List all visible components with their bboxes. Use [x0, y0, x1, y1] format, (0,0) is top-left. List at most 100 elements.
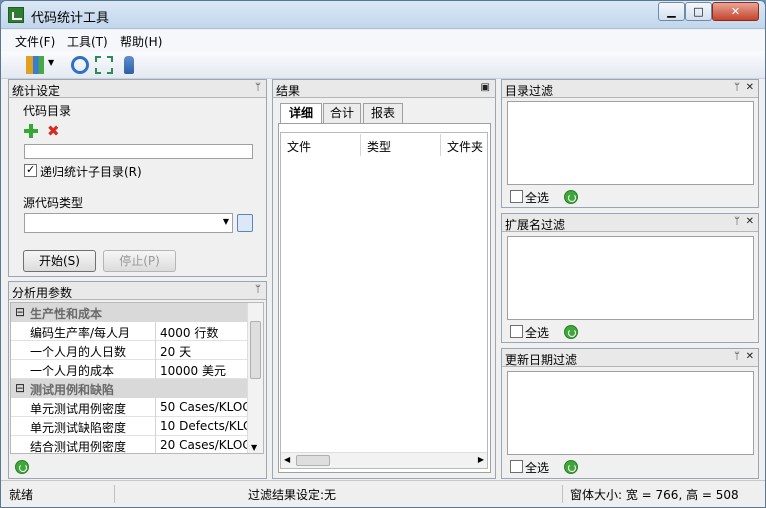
close-icon[interactable]: ✕ [746, 351, 754, 362]
restore-icon[interactable]: ▣ [481, 82, 490, 93]
param-value[interactable]: 10 Defects/KLOC [155, 417, 249, 436]
expand-icon[interactable] [95, 56, 113, 74]
menu-file[interactable]: 文件(F) [15, 33, 55, 50]
results-list[interactable] [280, 132, 488, 469]
param-value[interactable]: 20 天 [155, 341, 249, 360]
param-row[interactable]: 单元测试用例密度 50 Cases/KLOC [11, 398, 249, 417]
refresh-icon[interactable] [564, 190, 578, 204]
column-folder[interactable]: 文件夹 [441, 134, 487, 156]
dir-filter-list[interactable] [507, 101, 754, 185]
delete-icon[interactable]: ✖ [47, 122, 60, 140]
param-key: 编码生产率/每人月 [30, 326, 131, 340]
chevron-down-icon[interactable]: ▼ [223, 217, 229, 226]
refresh-icon[interactable] [564, 325, 578, 339]
status-filter: 过滤结果设定:无 [115, 485, 563, 503]
date-filter-header: 更新日期过滤 ᛘ ✕ [502, 349, 758, 367]
param-value[interactable]: 4000 行数 [155, 322, 249, 341]
collapse-icon[interactable]: ⊟ [15, 381, 25, 395]
refresh-icon[interactable] [564, 460, 578, 474]
date-select-all-checkbox[interactable] [510, 460, 523, 473]
param-row[interactable]: 编码生产率/每人月 4000 行数 [11, 322, 249, 341]
results-header: 结果 ▣ [273, 80, 495, 98]
group-name: 测试用例和缺陷 [30, 383, 115, 397]
stat-settings-title: 统计设定 [12, 84, 61, 98]
dir-filter-panel: 目录过滤 ᛘ ✕ 全选 [501, 79, 759, 208]
params-grid[interactable]: ⊟ 生产性和成本 编码生产率/每人月 4000 行数 一个人月的人日数 20 天 一个… [10, 302, 264, 454]
stop-button[interactable]: 停止(P) [103, 250, 176, 272]
dropdown-arrow-icon[interactable]: ▼ [48, 58, 54, 67]
select-all-label: 全选 [525, 326, 550, 340]
status-ready: 就绪 [1, 485, 115, 503]
code-dir-label: 代码目录 [23, 104, 72, 118]
dir-filter-title: 目录过滤 [505, 84, 554, 98]
close-icon[interactable]: ✕ [746, 216, 754, 227]
scroll-thumb[interactable] [250, 321, 261, 379]
param-row[interactable]: 一个人月的人日数 20 天 [11, 341, 249, 360]
tab-summary[interactable]: 合计 [323, 103, 361, 123]
pin-icon[interactable]: ᛘ [255, 284, 261, 295]
params-group-row[interactable]: ⊟ 生产性和成本 [11, 303, 249, 322]
ext-select-all-checkbox[interactable] [510, 325, 523, 338]
select-all-label: 全选 [525, 191, 550, 205]
results-title: 结果 [276, 84, 301, 98]
ext-filter-panel: 扩展名过滤 ᛘ ✕ 全选 [501, 213, 759, 343]
menu-tools[interactable]: 工具(T) [67, 33, 108, 50]
param-key: 单元测试缺陷密度 [30, 421, 127, 435]
stats-chart-icon[interactable] [26, 56, 44, 74]
params-group-row[interactable]: ⊟ 测试用例和缺陷 [11, 379, 249, 398]
param-row[interactable]: 一个人月的成本 10000 美元 [11, 360, 249, 379]
pin-icon[interactable]: ᛘ [734, 216, 740, 227]
recursive-label: 递归统计子目录(R) [40, 165, 142, 179]
start-button[interactable]: 开始(S) [23, 250, 96, 272]
group-name: 生产性和成本 [30, 307, 103, 321]
status-window-size: 窗体大小: 宽 = 766, 高 = 508 [570, 488, 739, 502]
maximize-button[interactable]: □ [685, 2, 712, 21]
results-hscrollbar[interactable]: ◀ ▶ [281, 452, 487, 468]
stat-settings-panel: 统计设定 ᛘ 代码目录 ✖ 递归统计子目录(R) 源代码类型 ▼ 开始(S) 停止… [8, 79, 267, 277]
param-value[interactable]: 20 Cases/KLOC [155, 436, 249, 453]
date-filter-title: 更新日期过滤 [505, 353, 578, 367]
ext-filter-header: 扩展名过滤 ᛘ ✕ [502, 214, 758, 232]
column-type[interactable]: 类型 [361, 134, 441, 156]
collapse-icon[interactable]: ⊟ [15, 305, 25, 319]
ext-filter-title: 扩展名过滤 [505, 218, 566, 232]
param-value[interactable]: 50 Cases/KLOC [155, 398, 249, 417]
tab-detail[interactable]: 详细 [280, 103, 322, 124]
close-button[interactable]: ✕ [712, 2, 759, 21]
scroll-thumb[interactable] [296, 455, 330, 466]
ext-filter-list[interactable] [507, 236, 754, 320]
src-type-select[interactable]: ▼ [24, 213, 233, 233]
date-filter-panel: 更新日期过滤 ᛘ ✕ 全选 [501, 348, 759, 479]
param-key: 一个人月的成本 [30, 364, 115, 378]
user-icon[interactable] [124, 56, 134, 74]
param-value[interactable]: 10000 美元 [155, 360, 249, 379]
scroll-right-icon[interactable]: ▶ [478, 455, 484, 464]
menu-bar: 文件(F) 工具(T) 帮助(H) [1, 30, 765, 51]
pin-icon[interactable]: ᛘ [734, 351, 740, 362]
status-bar: 就绪 过滤结果设定:无 窗体大小: 宽 = 766, 高 = 508 [1, 480, 765, 507]
minimize-button[interactable]: ▁ [658, 2, 685, 21]
recursive-checkbox[interactable] [24, 163, 37, 177]
pin-icon[interactable]: ᛘ [734, 82, 740, 93]
close-icon[interactable]: ✕ [746, 82, 754, 93]
params-scrollbar[interactable]: ▼ [247, 303, 263, 453]
param-row[interactable]: 结合测试用例密度 20 Cases/KLOC [11, 436, 249, 454]
refresh-icon[interactable] [71, 56, 89, 74]
code-dir-input[interactable] [24, 144, 253, 159]
toolbar: ▼ [1, 51, 765, 79]
column-file[interactable]: 文件 [281, 134, 361, 156]
menu-help[interactable]: 帮助(H) [120, 33, 162, 50]
date-filter-list[interactable] [507, 371, 754, 455]
param-row[interactable]: 单元测试缺陷密度 10 Defects/KLOC [11, 417, 249, 436]
add-icon[interactable] [24, 124, 38, 138]
app-window: 代码统计工具 ▁ □ ✕ 文件(F) 工具(T) 帮助(H) ▼ 统计设定 ᛘ 代… [0, 0, 766, 508]
scroll-doc-icon[interactable] [237, 214, 253, 232]
tab-report[interactable]: 报表 [363, 103, 403, 123]
pin-icon[interactable]: ᛘ [255, 82, 261, 93]
param-key: 结合测试用例密度 [30, 440, 127, 454]
scroll-down-icon[interactable]: ▼ [251, 443, 257, 452]
refresh-icon[interactable] [15, 460, 29, 474]
param-key: 单元测试用例密度 [30, 402, 127, 416]
dir-select-all-checkbox[interactable] [510, 190, 523, 203]
scroll-left-icon[interactable]: ◀ [284, 455, 290, 464]
